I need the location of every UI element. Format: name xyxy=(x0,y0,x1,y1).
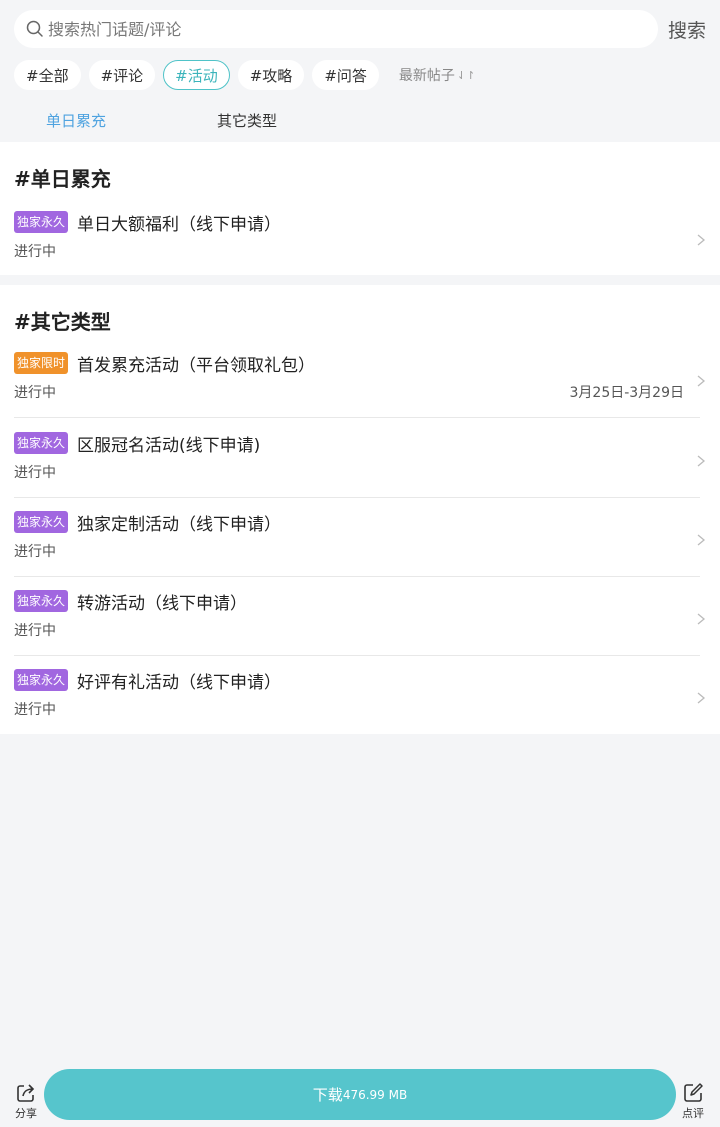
page: 搜索 #全部 #评论 #活动 #攻略 #问答 最新帖子 ⇃↾ 单日累充 其它类型… xyxy=(0,0,720,1127)
divider xyxy=(14,655,700,656)
badge: 独家限时 xyxy=(14,352,69,374)
search-button[interactable]: 搜索 xyxy=(668,16,706,43)
tag-chip-events[interactable]: #活动 xyxy=(163,60,230,90)
chevron-right-icon xyxy=(697,613,706,625)
item-status: 进行中 xyxy=(14,385,56,401)
item-title: 独家定制活动（线下申请） xyxy=(77,515,281,535)
badge: 独家永久 xyxy=(14,511,69,533)
item-title: 首发累充活动（平台领取礼包） xyxy=(77,356,315,376)
sort-button[interactable]: 最新帖子 ⇃↾ xyxy=(399,65,475,85)
review-label: 点评 xyxy=(682,1107,704,1120)
search-row: 搜索 xyxy=(0,0,720,58)
section-title: #其它类型 xyxy=(14,310,111,334)
tag-chip-qa[interactable]: #问答 xyxy=(312,60,379,90)
chevron-right-icon xyxy=(697,234,706,246)
list-item[interactable]: 独家限时 首发累充活动（平台领取礼包） 进行中 3月25日-3月29日 xyxy=(0,352,720,404)
item-date: 3月25日-3月29日 xyxy=(569,385,685,401)
sort-arrows-icon: ⇃↾ xyxy=(456,68,476,82)
search-icon xyxy=(26,20,43,37)
section-other-types: #其它类型 独家限时 首发累充活动（平台领取礼包） 进行中 3月25日-3月29… xyxy=(0,285,720,734)
section-daily-recharge: #单日累充 独家永久 单日大额福利（线下申请） 进行中 xyxy=(0,142,720,275)
item-status: 进行中 xyxy=(14,244,56,260)
download-size: 476.99 MB xyxy=(342,1087,408,1102)
badge: 独家永久 xyxy=(14,590,69,612)
chevron-right-icon xyxy=(697,375,706,387)
list-item[interactable]: 独家永久 单日大额福利（线下申请） 进行中 xyxy=(0,211,720,263)
item-status: 进行中 xyxy=(14,623,56,639)
chevron-right-icon xyxy=(697,692,706,704)
badge: 独家永久 xyxy=(14,432,69,454)
bottom-action-bar: 分享 下载 476.99 MB 点评 xyxy=(0,1066,720,1127)
divider xyxy=(14,417,700,418)
list-item[interactable]: 独家永久 好评有礼活动（线下申请） 进行中 xyxy=(0,669,720,721)
search-box[interactable] xyxy=(14,10,658,48)
share-button[interactable]: 分享 xyxy=(8,1082,44,1121)
badge: 独家永久 xyxy=(14,669,69,691)
sub-tab-daily-recharge[interactable]: 单日累充 xyxy=(46,110,106,131)
chevron-right-icon xyxy=(697,455,706,467)
sub-tab-other-types[interactable]: 其它类型 xyxy=(217,110,277,131)
review-button[interactable]: 点评 xyxy=(675,1082,711,1121)
tag-chip-guides[interactable]: #攻略 xyxy=(237,60,305,90)
divider xyxy=(14,576,700,577)
tag-filter-row: #全部 #评论 #活动 #攻略 #问答 最新帖子 ⇃↾ xyxy=(14,59,475,91)
search-input[interactable] xyxy=(48,19,646,39)
chevron-right-icon xyxy=(697,534,706,546)
item-status: 进行中 xyxy=(14,465,56,481)
share-icon xyxy=(17,1084,35,1102)
share-label: 分享 xyxy=(15,1107,37,1120)
divider xyxy=(14,497,700,498)
download-label: 下载 xyxy=(312,1086,343,1104)
item-title: 单日大额福利（线下申请） xyxy=(77,215,281,235)
item-title: 转游活动（线下申请） xyxy=(77,594,247,614)
badge: 独家永久 xyxy=(14,211,69,233)
tag-chip-comments[interactable]: #评论 xyxy=(88,60,156,90)
item-title: 好评有礼活动（线下申请） xyxy=(77,673,281,693)
section-title: #单日累充 xyxy=(14,167,111,191)
edit-icon xyxy=(684,1083,703,1102)
download-button[interactable]: 下载 476.99 MB xyxy=(44,1069,676,1120)
item-status: 进行中 xyxy=(14,702,56,718)
sort-label: 最新帖子 xyxy=(398,68,455,84)
item-status: 进行中 xyxy=(14,544,56,560)
list-item[interactable]: 独家永久 独家定制活动（线下申请） 进行中 xyxy=(0,511,720,563)
sub-tabs: 单日累充 其它类型 xyxy=(0,100,720,140)
list-item[interactable]: 独家永久 区服冠名活动(线下申请) 进行中 xyxy=(0,432,720,484)
list-item[interactable]: 独家永久 转游活动（线下申请） 进行中 xyxy=(0,590,720,642)
item-title: 区服冠名活动(线下申请) xyxy=(77,436,261,456)
tag-chip-all[interactable]: #全部 xyxy=(14,60,81,90)
